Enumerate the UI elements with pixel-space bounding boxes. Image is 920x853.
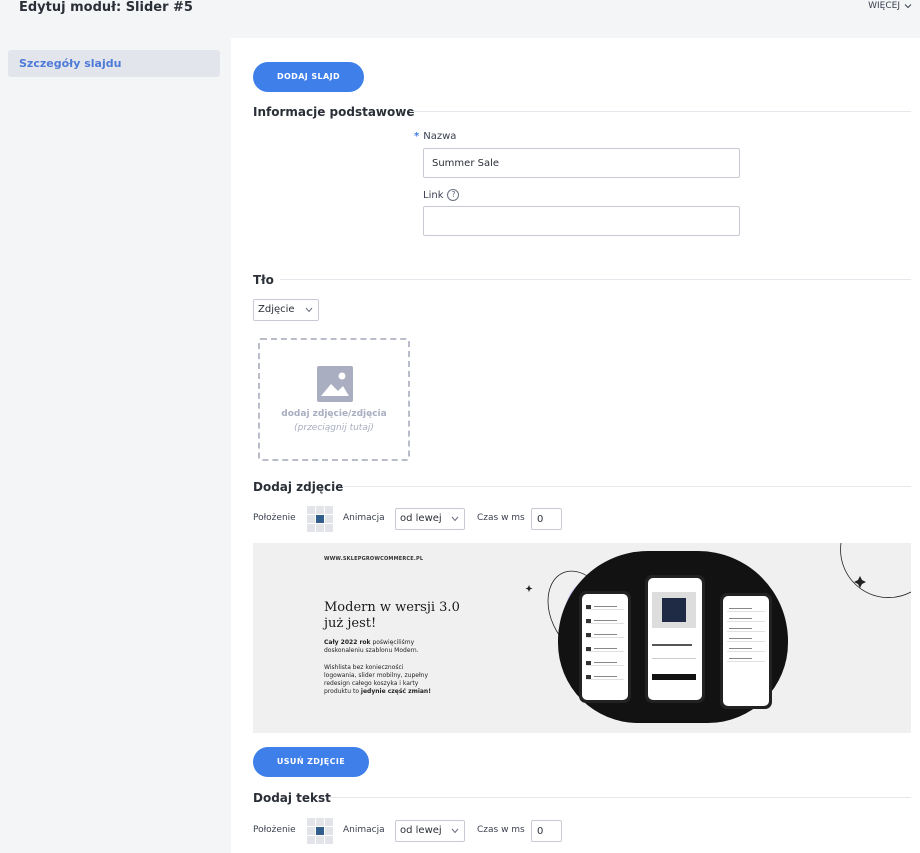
banner-phone-center bbox=[645, 575, 705, 703]
section-title-background: Tło bbox=[253, 273, 274, 287]
animation-select[interactable]: od lewej bbox=[395, 820, 465, 842]
position-label: Położenie bbox=[253, 513, 296, 523]
remove-image-button[interactable]: USUŃ ZDJĘCIE bbox=[253, 747, 369, 777]
name-label-text: Nazwa bbox=[423, 131, 457, 142]
image-dropzone[interactable]: dodaj zdjęcie/zdjęcia (przeciągnij tutaj… bbox=[258, 338, 410, 461]
position-cell[interactable] bbox=[307, 515, 315, 523]
link-label-text: Link bbox=[423, 189, 444, 201]
chevron-down-icon bbox=[451, 516, 459, 522]
position-cell[interactable] bbox=[325, 515, 333, 523]
banner-paragraph-1: Cały 2022 rok poświęciliśmy doskonaleniu… bbox=[324, 639, 434, 655]
image-icon bbox=[317, 366, 353, 402]
animation-value: od lewej bbox=[400, 513, 442, 524]
section-divider bbox=[410, 111, 911, 112]
section-divider bbox=[330, 797, 911, 798]
banner-phone-left bbox=[579, 591, 631, 703]
position-picker[interactable] bbox=[307, 506, 333, 532]
background-type-select[interactable]: Zdjęcie bbox=[253, 299, 319, 321]
position-cell[interactable] bbox=[325, 524, 333, 532]
banner-site-url: WWW.SKLEPGROWCOMMERCE.PL bbox=[324, 556, 424, 562]
section-divider bbox=[280, 279, 911, 280]
position-cell[interactable] bbox=[307, 506, 315, 514]
banner-headline-line1: Modern w wersji 3.0 bbox=[324, 600, 460, 615]
position-label: Położenie bbox=[253, 825, 296, 835]
position-cell[interactable] bbox=[325, 818, 333, 826]
banner-paragraph-2: Wishlista bez konieczności logowania, sl… bbox=[324, 664, 434, 696]
required-mark: * bbox=[414, 131, 420, 142]
section-divider bbox=[342, 486, 911, 487]
position-cell[interactable] bbox=[316, 506, 324, 514]
banner-headline-line2: już jest! bbox=[324, 616, 377, 631]
link-label: Link ? bbox=[423, 189, 460, 201]
position-cell[interactable] bbox=[325, 827, 333, 835]
banner-paragraph-1-bold: Cały 2022 rok bbox=[324, 639, 371, 646]
link-input[interactable] bbox=[423, 206, 740, 236]
position-cell[interactable] bbox=[316, 818, 324, 826]
time-label: Czas w ms bbox=[477, 513, 525, 523]
top-bar: Edytuj moduł: Slider #5 WIĘCEJ bbox=[0, 0, 920, 38]
sidebar-item-slide-details[interactable]: Szczegóły slajdu bbox=[8, 50, 220, 77]
dropzone-label: dodaj zdjęcie/zdjęcia bbox=[281, 409, 387, 419]
animation-select[interactable]: od lewej bbox=[395, 508, 465, 530]
add-slide-button[interactable]: DODAJ SLAJD bbox=[253, 62, 364, 92]
position-cell[interactable] bbox=[307, 818, 315, 826]
dropzone-hint: (przeciągnij tutaj) bbox=[294, 423, 374, 433]
background-type-value: Zdjęcie bbox=[258, 304, 295, 315]
section-title-add-image: Dodaj zdjęcie bbox=[253, 480, 344, 494]
name-label: * Nazwa bbox=[414, 131, 456, 142]
position-cell[interactable] bbox=[325, 836, 333, 844]
time-label: Czas w ms bbox=[477, 825, 525, 835]
animation-label: Animacja bbox=[343, 825, 385, 835]
time-input[interactable] bbox=[531, 820, 562, 842]
banner-paragraph-2-bold: jedynie część zmian! bbox=[360, 688, 431, 695]
chevron-down-icon bbox=[451, 828, 459, 834]
section-title-add-text: Dodaj tekst bbox=[253, 791, 331, 805]
sidebar-item-label: Szczegóły slajdu bbox=[19, 57, 122, 70]
position-cell[interactable] bbox=[307, 836, 315, 844]
position-cell[interactable] bbox=[307, 827, 315, 835]
more-label: WIĘCEJ bbox=[868, 1, 900, 11]
position-picker[interactable] bbox=[307, 818, 333, 844]
slide-image-preview: WWW.SKLEPGROWCOMMERCE.PL Modern w wersji… bbox=[253, 543, 911, 733]
animation-value: od lewej bbox=[400, 825, 442, 836]
chevron-down-icon bbox=[305, 307, 313, 313]
time-input[interactable] bbox=[531, 508, 562, 530]
name-input[interactable] bbox=[423, 148, 740, 178]
banner-headline: Modern w wersji 3.0 już jest! bbox=[324, 600, 460, 632]
animation-label: Animacja bbox=[343, 513, 385, 523]
position-cell[interactable] bbox=[325, 506, 333, 514]
help-icon[interactable]: ? bbox=[447, 189, 460, 201]
position-cell[interactable] bbox=[316, 836, 324, 844]
chevron-down-icon bbox=[904, 4, 912, 9]
position-cell[interactable] bbox=[316, 524, 324, 532]
banner-phone-right bbox=[720, 593, 772, 709]
position-cell-active[interactable] bbox=[316, 827, 324, 835]
more-menu[interactable]: WIĘCEJ bbox=[868, 1, 912, 11]
position-cell[interactable] bbox=[307, 524, 315, 532]
page-title: Edytuj moduł: Slider #5 bbox=[19, 0, 193, 15]
position-cell-active[interactable] bbox=[316, 515, 324, 523]
section-title-basic-info: Informacje podstawowe bbox=[253, 105, 415, 119]
